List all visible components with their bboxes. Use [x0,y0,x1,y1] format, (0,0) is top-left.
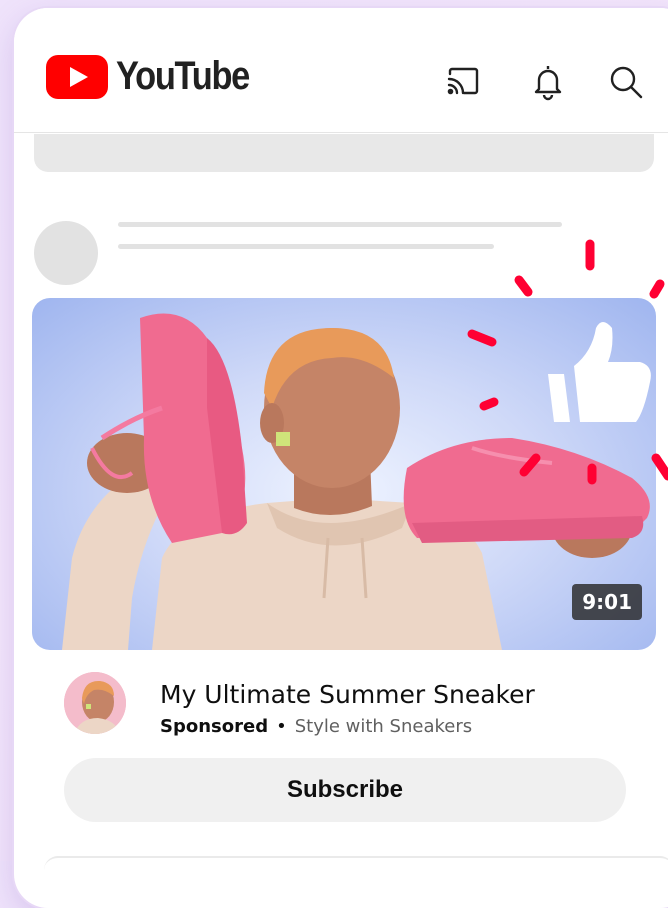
youtube-logo[interactable]: YouTube [46,54,271,99]
cast-icon[interactable] [442,62,482,102]
search-icon[interactable] [606,62,646,102]
placeholder-bar [34,134,654,172]
video-meta: Sponsored • Style with Sneakers [160,716,472,737]
subscribe-button[interactable]: Subscribe [64,758,626,822]
brand-name: YouTube [116,54,250,98]
bell-icon[interactable] [528,62,568,102]
video-duration: 9:01 [572,584,642,620]
sponsored-badge: Sponsored [160,716,269,737]
placeholder-line [118,222,562,227]
placeholder-line [118,244,494,249]
like-burst-icon [464,236,668,496]
app-header: YouTube [14,8,668,133]
channel-avatar[interactable] [64,672,126,734]
channel-name[interactable]: Style with Sneakers [295,716,472,737]
placeholder-avatar [34,221,98,285]
play-logo-icon [46,54,108,99]
separator-dot: • [276,716,287,737]
phone-frame: YouTube 9:01 My Ultimate Summer Sneaker … [14,8,668,908]
video-title[interactable]: My Ultimate Summer Sneaker [160,680,535,709]
